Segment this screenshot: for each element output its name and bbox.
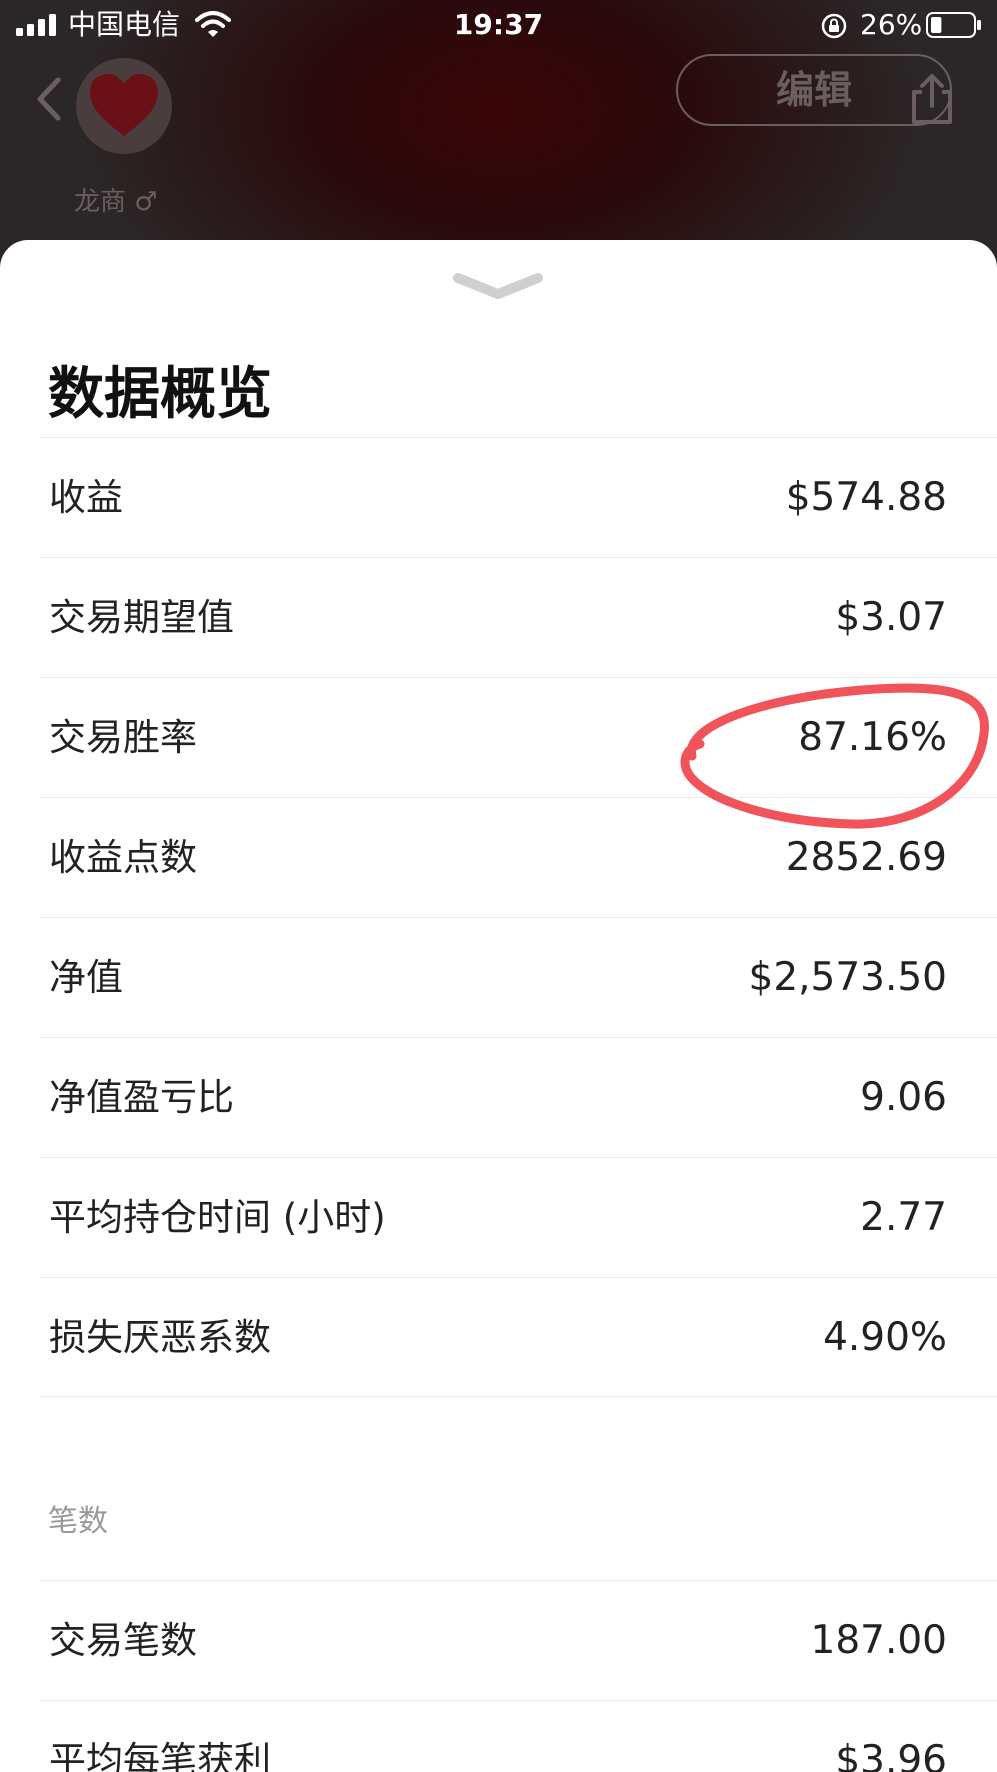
stat-label: 收益点数 xyxy=(49,836,197,879)
stat-row-avg-holding-time: 平均持仓时间 (小时) 2.77 xyxy=(40,1157,997,1277)
stat-value: $574.88 xyxy=(785,475,947,520)
chevron-down-icon[interactable] xyxy=(452,270,544,304)
overview-stat-list: 收益 $574.88 交易期望值 $3.07 交易胜率 87.16% 收益点数 … xyxy=(40,437,997,1397)
stat-row-avg-profit-per-trade: 平均每笔获利 $3.96 xyxy=(40,1700,997,1772)
stat-value: 4.90% xyxy=(823,1315,947,1360)
back-chevron-icon[interactable] xyxy=(30,74,70,124)
stat-value: $2,573.50 xyxy=(748,955,948,1000)
stat-label: 平均持仓时间 (小时) xyxy=(49,1196,386,1239)
stat-value: $3.07 xyxy=(835,595,947,640)
stat-label: 平均每笔获利 xyxy=(49,1739,271,1772)
stat-value: 187.00 xyxy=(810,1618,947,1663)
stat-label: 交易胜率 xyxy=(49,716,197,759)
battery-percent: 26% xyxy=(860,8,923,41)
share-icon[interactable] xyxy=(908,72,956,126)
data-overview-sheet: 数据概览 收益 $574.88 交易期望值 $3.07 交易胜率 87.16% … xyxy=(0,240,997,1772)
battery-icon xyxy=(926,12,981,38)
stat-row-win-rate: 交易胜率 87.16% xyxy=(40,677,997,797)
stat-value: 2.77 xyxy=(860,1195,947,1240)
rotation-lock-icon xyxy=(821,13,847,39)
stat-label: 交易笔数 xyxy=(49,1619,197,1662)
page-title: 数据概览 xyxy=(48,362,272,427)
stat-row-equity: 净值 $2,573.50 xyxy=(40,917,997,1037)
stat-value: 9.06 xyxy=(860,1075,947,1120)
section-header-trades: 笔数 xyxy=(48,1504,108,1539)
screen: 中国电信 19:37 26% 龙商 ♂ 编辑 数据概览 收益 $574.88 交… xyxy=(0,0,997,1772)
stat-row-trade-count: 交易笔数 187.00 xyxy=(40,1580,997,1700)
stat-row-loss-aversion: 损失厌恶系数 4.90% xyxy=(40,1277,997,1397)
status-bar: 中国电信 19:37 26% xyxy=(0,0,997,52)
stat-label: 损失厌恶系数 xyxy=(49,1316,271,1359)
heart-icon xyxy=(90,74,158,136)
stat-value: $3.96 xyxy=(835,1738,947,1772)
username: 龙商 ♂ xyxy=(74,187,158,217)
avatar[interactable] xyxy=(76,58,172,154)
stat-row-equity-ratio: 净值盈亏比 9.06 xyxy=(40,1037,997,1157)
stat-row-revenue: 收益 $574.88 xyxy=(40,437,997,557)
stat-row-expectancy: 交易期望值 $3.07 xyxy=(40,557,997,677)
stat-label: 净值盈亏比 xyxy=(49,1076,234,1119)
stat-value: 87.16% xyxy=(798,715,947,760)
stat-label: 交易期望值 xyxy=(49,596,234,639)
stat-label: 收益 xyxy=(49,476,123,519)
stat-label: 净值 xyxy=(49,956,123,999)
edit-button-label: 编辑 xyxy=(776,68,853,112)
trades-stat-list: 交易笔数 187.00 平均每笔获利 $3.96 xyxy=(40,1580,997,1772)
stat-row-pips: 收益点数 2852.69 xyxy=(40,797,997,917)
stat-value: 2852.69 xyxy=(785,835,947,880)
